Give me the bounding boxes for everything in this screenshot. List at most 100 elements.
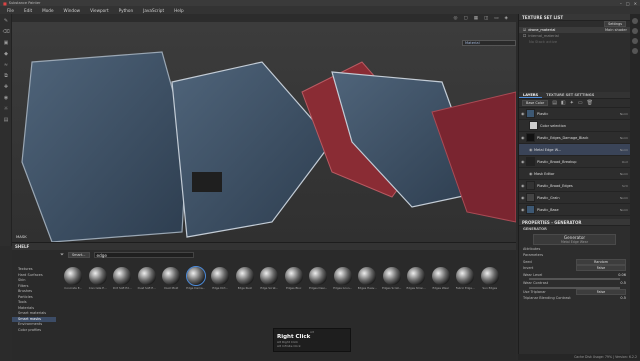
filter-chip[interactable]: Smart... [68, 251, 90, 258]
attributes-label: Attributes [523, 246, 541, 251]
clone-icon[interactable]: ⧉ [2, 73, 10, 80]
layer-blend[interactable]: Norm [612, 136, 630, 140]
delete-layer-icon[interactable]: 🗑 [587, 100, 593, 106]
shelf-item[interactable]: Dust Mold [160, 267, 183, 297]
shelf-item[interactable]: Edges Heav... [356, 267, 379, 297]
add-mask-icon[interactable]: ◧ [561, 100, 566, 106]
invert-toggle[interactable]: False [576, 265, 626, 272]
layer-row[interactable]: ◉ Plastic_Edges_Damage_Black Norm [519, 132, 630, 144]
shelf-item[interactable]: Fabric Edge... [454, 267, 477, 297]
add-folder-icon[interactable]: ▭ [578, 100, 583, 106]
layer-blend[interactable]: Norm [612, 172, 630, 176]
paint-brush-icon[interactable]: ✎ [2, 18, 10, 25]
settings-button[interactable]: Settings [604, 21, 626, 27]
shelf-item[interactable]: Edge Dama... [185, 266, 208, 297]
shelf-item[interactable]: Dirt Soft Ed... [111, 267, 134, 297]
menu-window[interactable]: Window [59, 8, 86, 13]
layer-blend[interactable]: Norm [612, 148, 630, 152]
texture-set-list-icon[interactable] [632, 18, 638, 24]
split-view-icon[interactable]: ◫ [484, 16, 488, 21]
layer-row-selected[interactable]: ◉ Metal Edge W... Norm [519, 144, 630, 156]
seed-button[interactable]: Random [576, 258, 626, 265]
shelf-item[interactable]: Dust Soft E... [136, 267, 159, 297]
shelf-item[interactable]: Concrete E... [62, 267, 85, 297]
shelf-item[interactable]: Edges Desi... [307, 267, 330, 297]
frame-icon[interactable]: ▢ [463, 16, 467, 21]
layer-row[interactable]: ◉ Plastic_Broad_Edges Sctr [519, 180, 630, 192]
texture-set-shader[interactable]: Main shader [605, 28, 630, 32]
param-value[interactable]: 0.5 [620, 296, 626, 300]
param-triplanar-contrast: Triplanar Blending Contrast 0.5 [519, 295, 630, 302]
bake-icon[interactable]: ◉ [2, 95, 10, 102]
app-logo-icon: ■ [3, 0, 7, 6]
layer-blend[interactable]: Sctr [612, 184, 630, 188]
filter-icon[interactable]: ⏷ [60, 252, 64, 258]
add-layer-icon[interactable]: ▤ [552, 100, 557, 106]
shelf-item[interactable]: Sun Edges [479, 267, 502, 297]
camera-icon[interactable]: ◎ [454, 16, 458, 21]
menu-viewport[interactable]: Viewport [85, 8, 114, 13]
layer-row[interactable]: ◉ Plastic Norm [519, 108, 630, 120]
triplanar-toggle[interactable]: False [576, 288, 626, 295]
display-settings-icon[interactable]: ▤ [2, 117, 10, 124]
add-effect-icon[interactable]: ✦ [570, 100, 574, 106]
layer-blend[interactable]: Norm [612, 208, 630, 212]
layer-blend[interactable]: Ovrl [612, 160, 630, 164]
channel-dropdown[interactable]: Base Color [522, 100, 549, 106]
close-icon[interactable]: ✕ [634, 1, 637, 6]
param-value[interactable]: 0.06 [618, 273, 626, 277]
shelf-item[interactable]: Edge Scrat... [258, 267, 281, 297]
tab-layers[interactable]: LAYERS [519, 93, 543, 98]
viewport-render [12, 22, 516, 242]
render-icon[interactable]: ☼ [2, 106, 10, 113]
minimize-icon[interactable]: – [620, 1, 622, 6]
screenshot-icon[interactable]: ▭ [494, 16, 498, 21]
polygon-fill-icon[interactable]: ◆ [2, 51, 10, 58]
smudge-icon[interactable]: ≈ [2, 62, 10, 69]
layers-icon[interactable] [632, 28, 638, 34]
shelf-item[interactable]: Edges Bloc [283, 267, 306, 297]
display-icon[interactable] [632, 48, 638, 54]
search-input[interactable]: edge [93, 251, 194, 258]
menu-javascript[interactable]: JavaScript [138, 8, 169, 13]
menu-edit[interactable]: Edit [19, 8, 37, 13]
iray-icon[interactable]: ◈ [505, 16, 508, 21]
maximize-icon[interactable]: □ [626, 1, 630, 6]
shelf-item[interactable]: Edges Wear [430, 267, 453, 297]
viewport-display-dropdown[interactable]: Material [462, 40, 516, 46]
layer-row[interactable]: Color selection [519, 120, 630, 132]
layer-row[interactable]: ◉ Plastic_Base Norm [519, 204, 630, 216]
layer-row[interactable]: ◉ Mask Editor Norm [519, 168, 630, 180]
shelf-item[interactable]: Edge Dirt... [209, 267, 232, 297]
shelf-item-label: Edges Wear [432, 286, 450, 290]
shelf-item[interactable]: Concrete E... [87, 267, 110, 297]
shelf-item[interactable]: Edges Scrat... [381, 267, 404, 297]
menu-file[interactable]: File [2, 8, 19, 13]
viewport-mode-label: MASK [16, 234, 27, 239]
shelf-category[interactable]: Color profiles [12, 328, 56, 334]
menu-python[interactable]: Python [114, 8, 139, 13]
shelf-item[interactable]: Edges Grun... [332, 267, 355, 297]
param-value[interactable]: 0.5 [620, 281, 626, 285]
texture-set-check-icon[interactable]: ☑ [523, 28, 526, 32]
shelf-item[interactable]: Edge Rust [234, 267, 257, 297]
layer-blend[interactable]: Norm [612, 112, 630, 116]
texture-set-check-icon[interactable]: ☐ [523, 34, 526, 38]
grid-icon[interactable]: ▦ [474, 16, 478, 21]
layer-blend[interactable]: Norm [612, 196, 630, 200]
properties-icon[interactable] [632, 38, 638, 44]
shelf-item[interactable]: Edges Stron... [405, 267, 428, 297]
eraser-icon[interactable]: ⌫ [2, 29, 10, 36]
generator-picker[interactable]: Generator Metal Edge Wear [533, 233, 616, 245]
layer-row[interactable]: ◉ Plastic_Grain Norm [519, 192, 630, 204]
tab-texture-set-settings[interactable]: TEXTURE SET SETTINGS [542, 93, 598, 97]
material-preview-thumbnail [480, 267, 499, 285]
color-picker-icon[interactable]: ✚ [2, 84, 10, 91]
menu-help[interactable]: Help [169, 8, 189, 13]
layer-row[interactable]: ◉ Plastic_Broad_Breakup Ovrl [519, 156, 630, 168]
3d-viewport[interactable] [12, 22, 516, 242]
shelf-item-label: Edges Desi... [309, 286, 328, 290]
material-preview-thumbnail [382, 267, 401, 285]
menu-mode[interactable]: Mode [37, 8, 58, 13]
projection-icon[interactable]: ▣ [2, 40, 10, 47]
